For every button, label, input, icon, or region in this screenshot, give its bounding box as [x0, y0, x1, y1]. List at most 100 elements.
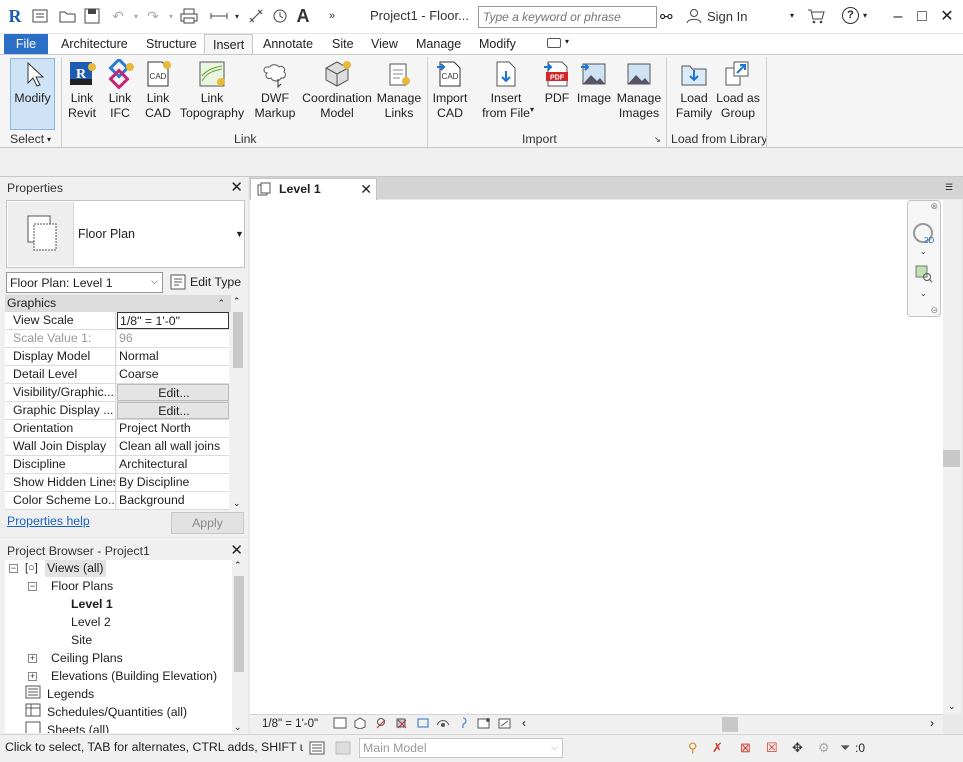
horizontal-scroll-thumb[interactable]: [722, 717, 738, 732]
sign-in-button[interactable]: Sign In: [707, 9, 747, 24]
search-input[interactable]: [478, 6, 657, 28]
wheel-dropdown-icon[interactable]: ⌄: [920, 247, 927, 256]
graphic-display-edit-button[interactable]: Edit...: [117, 402, 229, 419]
tab-structure[interactable]: Structure: [138, 34, 205, 54]
property-row[interactable]: Orientation Project North: [5, 420, 229, 438]
view-tabs-menu-icon[interactable]: ☰: [945, 182, 953, 193]
crop-view-icon[interactable]: [416, 717, 430, 732]
visual-style-icon[interactable]: [353, 717, 367, 732]
tree-node-views[interactable]: Views (all): [45, 560, 106, 577]
redo-dropdown-icon[interactable]: ▾: [161, 6, 181, 26]
tab-view[interactable]: View: [363, 34, 406, 54]
zoom-dropdown-icon[interactable]: ⌄: [920, 289, 927, 298]
tab-architecture[interactable]: Architecture: [53, 34, 136, 54]
import-cad-button[interactable]: CAD Import CAD: [430, 59, 470, 129]
scroll-up-icon[interactable]: ⌃: [234, 560, 242, 571]
sun-path-icon[interactable]: [374, 717, 388, 732]
measure-dropdown-icon[interactable]: ▾: [227, 6, 247, 26]
tab-site[interactable]: Site: [324, 34, 362, 54]
tab-manage[interactable]: Manage: [408, 34, 469, 54]
edit-type-button[interactable]: Edit Type: [170, 272, 241, 292]
property-value[interactable]: Project North: [117, 420, 229, 437]
open-icon[interactable]: [58, 6, 78, 26]
link-topography-button[interactable]: Link Topography: [177, 59, 247, 129]
property-row[interactable]: Visibility/Graphic... Edit...: [5, 384, 229, 402]
view-tab-level-1[interactable]: Level 1 ✕: [250, 178, 377, 200]
drawing-canvas[interactable]: [250, 200, 943, 714]
help-icon[interactable]: ?: [842, 7, 859, 24]
background-processes-icon[interactable]: ⚙: [818, 740, 830, 756]
scroll-down-icon[interactable]: ⌄: [234, 722, 242, 733]
user-icon[interactable]: [686, 8, 702, 27]
tree-node-elevations[interactable]: Elevations (Building Elevation): [51, 667, 217, 685]
reveal-hidden-icon[interactable]: [477, 717, 491, 732]
insert-from-file-dropdown-icon[interactable]: ▾: [530, 105, 534, 114]
redo-icon[interactable]: ↷: [143, 6, 163, 26]
shadows-icon[interactable]: [395, 717, 409, 732]
scroll-down-icon[interactable]: ⌄: [948, 701, 956, 712]
undo-icon[interactable]: ↶: [108, 6, 128, 26]
select-by-face-icon[interactable]: ☒: [766, 740, 778, 756]
tree-node-ceiling-plans[interactable]: Ceiling Plans: [51, 649, 123, 667]
close-properties-icon[interactable]: ✕: [230, 177, 243, 199]
select-links-icon[interactable]: ⚲: [688, 740, 698, 756]
tree-node-legends[interactable]: Legends: [47, 685, 94, 703]
scroll-thumb[interactable]: [943, 450, 960, 467]
tree-node-floor-plans[interactable]: Floor Plans: [51, 577, 113, 595]
property-value[interactable]: Background: [117, 492, 229, 509]
view-instance-selector[interactable]: Floor Plan: Level 1 ⌵: [6, 272, 163, 293]
property-value[interactable]: Clean all wall joins: [117, 438, 229, 455]
ribbon-options-dropdown-icon[interactable]: ▾: [565, 37, 569, 46]
collapse-toggle-icon[interactable]: −: [9, 564, 18, 573]
manage-links-button[interactable]: Manage Links: [375, 59, 423, 129]
save-icon[interactable]: [82, 6, 102, 26]
tree-node-sheets[interactable]: Sheets (all): [47, 721, 109, 733]
close-view-tab-icon[interactable]: ✕: [360, 179, 372, 199]
load-as-group-button[interactable]: Load as Group: [716, 59, 760, 129]
binoculars-icon[interactable]: ⚯: [660, 8, 673, 26]
scroll-left-icon[interactable]: ‹: [522, 716, 526, 730]
property-value[interactable]: Normal: [117, 348, 229, 365]
drag-elements-icon[interactable]: ✥: [792, 740, 803, 756]
zoom-region-icon[interactable]: [915, 265, 933, 286]
navbar-options-icon[interactable]: ⊖: [930, 305, 938, 316]
tree-node-schedules[interactable]: Schedules/Quantities (all): [47, 703, 187, 721]
apply-button[interactable]: Apply: [171, 512, 244, 534]
ribbon-minimize-icon[interactable]: [547, 38, 561, 48]
modify-button[interactable]: Modify: [10, 58, 55, 130]
scroll-thumb[interactable]: [233, 312, 243, 368]
link-cad-button[interactable]: CAD Link CAD: [139, 59, 177, 129]
properties-scrollbar[interactable]: ⌃ ⌄: [231, 296, 245, 509]
view-scale-input[interactable]: 1/8" = 1'-0": [117, 312, 229, 329]
print-icon[interactable]: [179, 6, 199, 26]
recent-files-icon[interactable]: [30, 6, 50, 26]
pdf-button[interactable]: PDF PDF: [539, 59, 575, 129]
property-value[interactable]: By Discipline: [117, 474, 229, 491]
app-logo[interactable]: R: [5, 6, 25, 26]
more-tools-icon[interactable]: »: [322, 6, 342, 26]
tree-node-site[interactable]: Site: [71, 631, 92, 649]
property-value[interactable]: Coarse: [117, 366, 229, 383]
temporary-hide-icon[interactable]: [458, 717, 468, 732]
analytical-model-icon[interactable]: [498, 717, 512, 732]
tree-node-level-1[interactable]: Level 1: [71, 595, 113, 613]
image-button[interactable]: Image: [575, 59, 613, 129]
close-project-browser-icon[interactable]: ✕: [230, 540, 243, 562]
view-scale-button[interactable]: 1/8" = 1'-0": [262, 718, 318, 730]
detail-level-icon[interactable]: [333, 717, 347, 732]
scroll-up-icon[interactable]: ⌃: [233, 296, 241, 307]
load-family-button[interactable]: Load Family: [673, 59, 715, 129]
link-ifc-button[interactable]: Link IFC: [101, 59, 139, 129]
canvas-vertical-scrollbar[interactable]: ⌄: [943, 200, 961, 714]
tab-modify[interactable]: Modify: [471, 34, 524, 54]
aligned-dimension-icon[interactable]: [246, 6, 266, 26]
type-dropdown-icon[interactable]: ▼: [235, 229, 244, 239]
close-navbar-icon[interactable]: ⊗: [930, 201, 938, 212]
tab-file[interactable]: File: [4, 34, 48, 54]
insert-from-file-button[interactable]: Insert from File: [478, 59, 534, 129]
property-value[interactable]: Architectural: [117, 456, 229, 473]
select-panel-label[interactable]: Select: [10, 132, 44, 146]
select-pinned-icon[interactable]: ⊠: [740, 740, 751, 756]
tree-node-level-2[interactable]: Level 2: [71, 613, 111, 631]
expand-toggle-icon[interactable]: +: [28, 654, 37, 663]
